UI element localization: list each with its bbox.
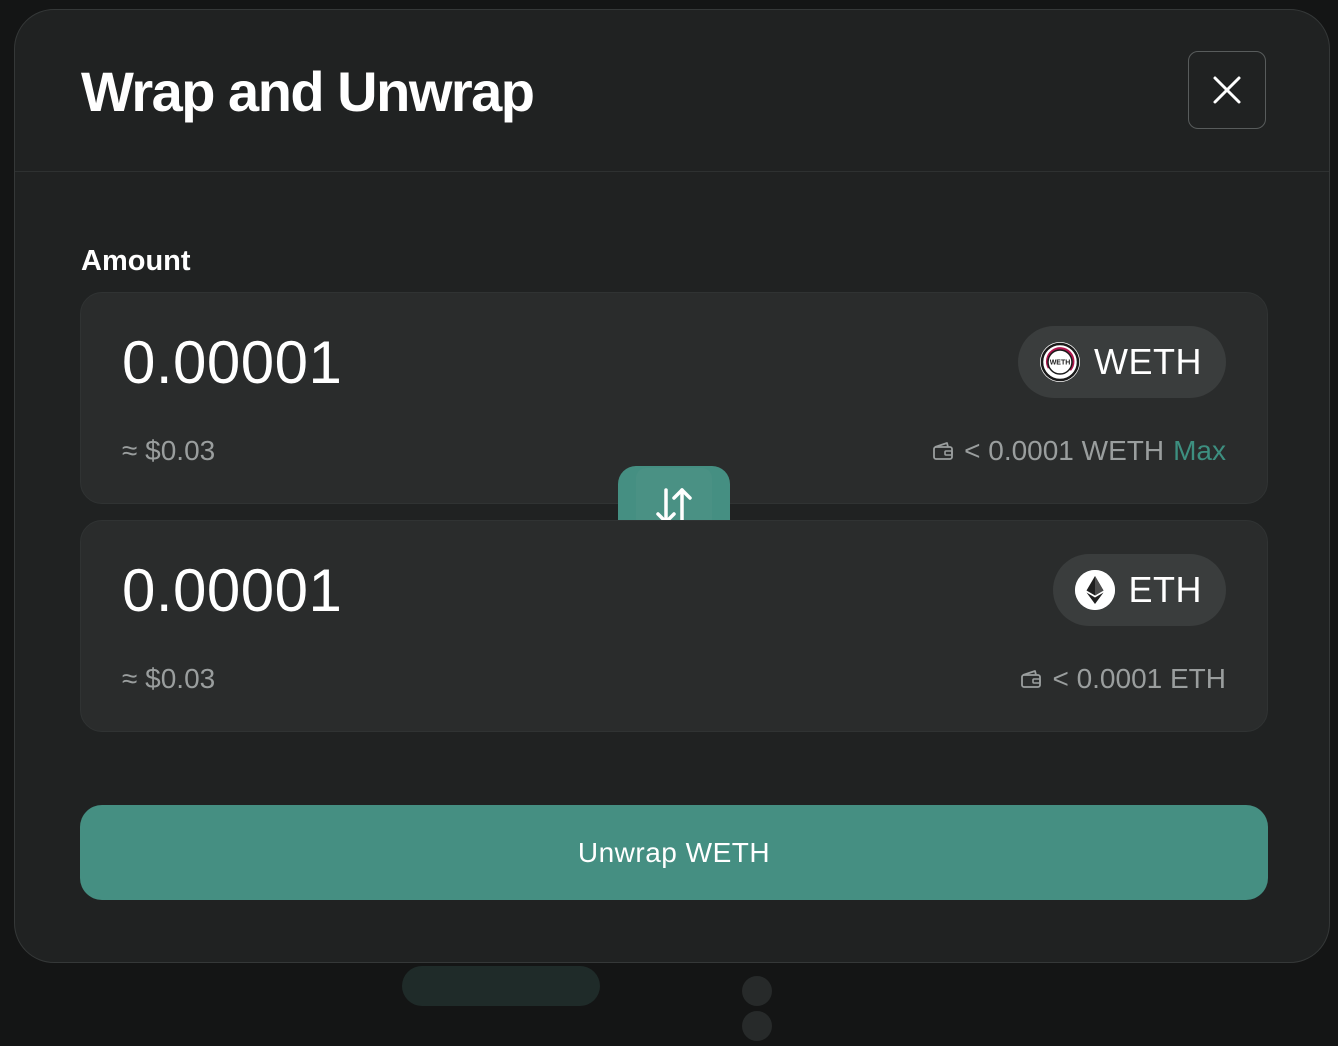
to-balance: < 0.0001 ETH <box>1020 663 1226 695</box>
modal-header: Wrap and Unwrap <box>15 10 1329 172</box>
max-button[interactable]: Max <box>1173 435 1226 467</box>
wallet-icon <box>932 440 954 462</box>
close-icon <box>1213 76 1241 104</box>
close-button[interactable] <box>1188 51 1266 129</box>
modal-title: Wrap and Unwrap <box>81 60 535 123</box>
to-token-card: ETH ≈ $0.03 < 0.0001 ETH <box>80 520 1268 732</box>
wrap-unwrap-modal: Wrap and Unwrap Amount WETH WETH ≈ $0.03 <box>14 9 1330 963</box>
to-token-select[interactable]: ETH <box>1052 554 1226 626</box>
from-token-select[interactable]: WETH WETH <box>1018 326 1226 398</box>
amount-label: Amount <box>81 245 191 277</box>
to-usd-value: ≈ $0.03 <box>122 663 216 694</box>
eth-logo-icon <box>1074 570 1115 610</box>
to-amount-input[interactable] <box>122 555 722 625</box>
to-balance-text: < 0.0001 ETH <box>1052 663 1226 694</box>
from-token-symbol: WETH <box>1094 341 1202 382</box>
to-token-symbol: ETH <box>1128 569 1202 610</box>
wallet-icon <box>1020 668 1042 690</box>
weth-logo-text: WETH <box>1050 360 1071 367</box>
from-amount-input[interactable] <box>122 327 722 397</box>
background-avatars <box>742 976 812 1041</box>
unwrap-weth-button[interactable]: Unwrap WETH <box>80 805 1268 900</box>
from-balance-text: < 0.0001 WETH <box>964 435 1165 466</box>
background-tab-pill <box>402 966 600 1006</box>
weth-logo-icon: WETH <box>1040 342 1081 382</box>
from-balance: < 0.0001 WETH Max <box>932 435 1226 467</box>
from-usd-value: ≈ $0.03 <box>122 435 216 466</box>
